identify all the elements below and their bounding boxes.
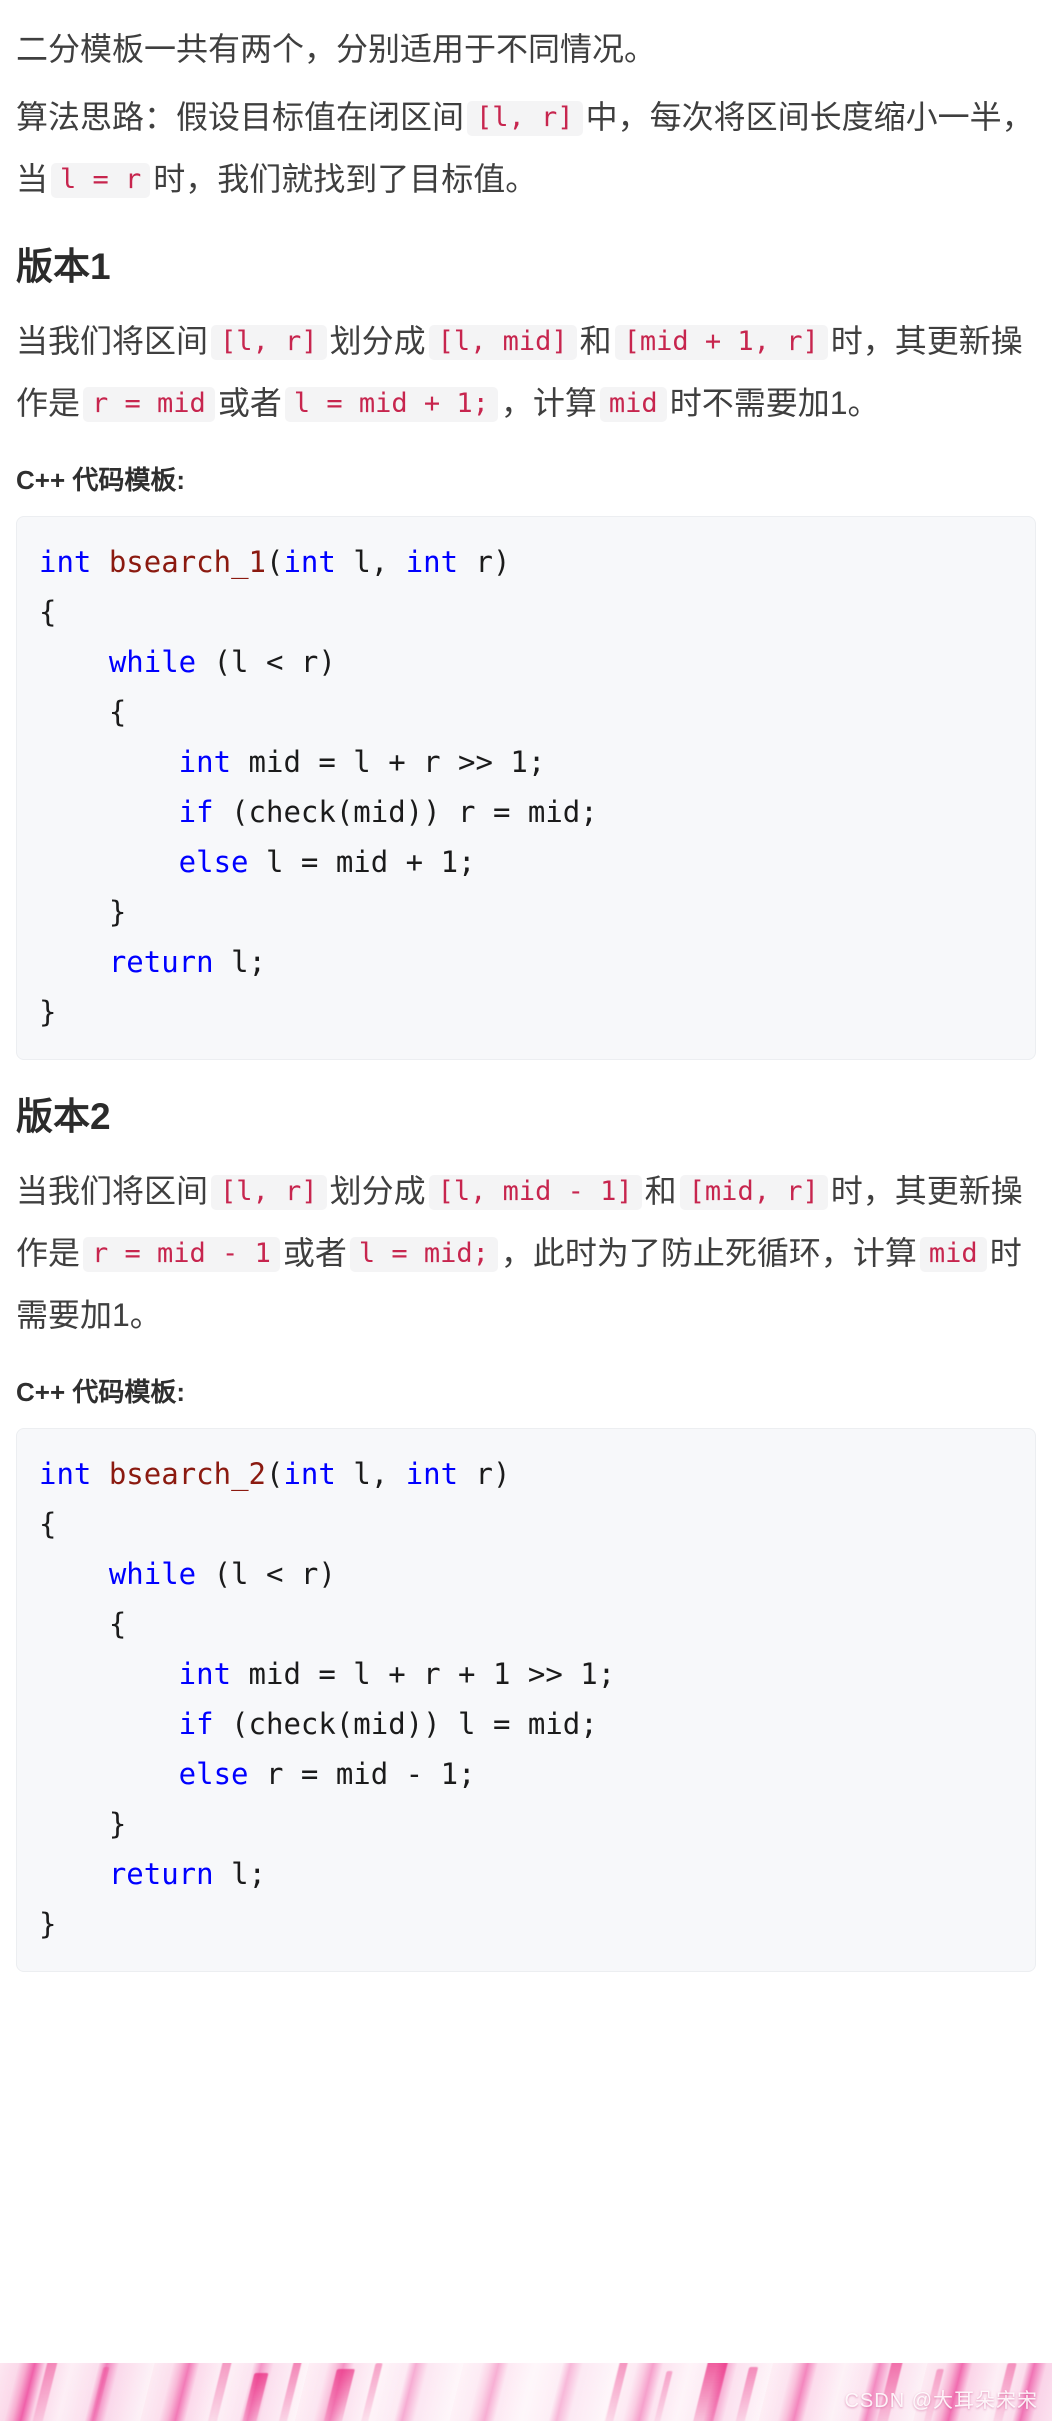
inline-code-v2-lr: [l, r] [211, 1175, 327, 1211]
code-while-cond-2: (l < r) [196, 1557, 336, 1592]
inline-code-v2-l-eq-mid: l = mid; [349, 1237, 498, 1273]
heading-version-2: 版本2 [16, 1096, 111, 1138]
code-brace-close-3: } [39, 1807, 127, 1842]
code-return-val-2: l; [213, 1857, 266, 1892]
code-brace-close-1: } [39, 895, 127, 930]
intro-line-1-text: 二分模板一共有两个，分别适用于不同情况。 [16, 31, 657, 67]
code-mid-expr-2: mid = l + r + 1 >> 1; [231, 1657, 616, 1692]
inline-code-v2-mid: mid [919, 1237, 987, 1273]
intro-line-1: 二分模板一共有两个，分别适用于不同情况。 [16, 18, 1036, 80]
v2-text-e: 或者 [282, 1235, 347, 1272]
inline-code-v1-r-eq-mid: r = mid [83, 387, 215, 423]
code-return-val-1: l; [213, 945, 266, 980]
code-if-body-2: (check(mid)) l = mid; [213, 1707, 598, 1742]
code-brace-open-1: { [39, 595, 57, 630]
code-content-1: int bsearch_1(int l, int r) { while (l <… [39, 537, 1013, 1037]
code-plain-2b: l, [335, 1457, 406, 1492]
v1-text-g: 时不需要加1。 [669, 385, 880, 422]
code-plain-2c: r) [458, 1457, 511, 1492]
kw-int-2: int [283, 545, 336, 580]
v1-text-a: 当我们将区间 [16, 323, 209, 360]
inline-code-v1-lr: [l, r] [211, 325, 327, 361]
code-brace-close-2: } [39, 995, 57, 1030]
kw-return-1: return [39, 945, 214, 980]
code-mid-expr-1: mid = l + r >> 1; [231, 745, 546, 780]
v2-text-f: ，此时为了防止死循环，计算 [500, 1235, 917, 1272]
intro-text-c: 时，我们就找到了目标值。 [153, 161, 538, 197]
inline-code-lr: [l, r] [467, 101, 583, 136]
label-cpp-template-1: C++ 代码模板: [16, 465, 186, 496]
kw-else-2: else [39, 1757, 249, 1792]
kw-int-3: int [405, 545, 459, 580]
intro-line-2: 算法思路：假设目标值在闭区间 [l, r] 中，每次将区间长度缩小一半，当 l = r… [16, 86, 1036, 210]
code-if-body-1: (check(mid)) r = mid; [213, 795, 598, 830]
kw-if-2: if [39, 1707, 214, 1742]
kw-if-1: if [39, 795, 214, 830]
kw-return-2: return [39, 1857, 214, 1892]
v2-text-b: 划分成 [329, 1173, 426, 1210]
inline-code-v1-mid1-r: [mid + 1, r] [614, 325, 828, 361]
v2-text-c: 和 [644, 1173, 677, 1210]
version-1-description: 当我们将区间 [l, r] 划分成 [l, mid] 和 [mid + 1, r] 时，其更… [16, 310, 1036, 434]
v1-text-b: 划分成 [329, 323, 426, 360]
v1-text-c: 和 [579, 323, 612, 360]
code-brace-open-3: { [39, 1507, 57, 1542]
kw-while-2: while [39, 1557, 197, 1592]
code-content-2: int bsearch_2(int l, int r) { while (l <… [39, 1449, 1013, 1949]
inline-code-v1-l-mid: [l, mid] [428, 325, 577, 361]
fn-bsearch-2: bsearch_2 [91, 1457, 266, 1492]
code-else-body-1: l = mid + 1; [248, 845, 476, 880]
heading-version-1: 版本1 [16, 246, 111, 287]
v1-text-f: ，计算 [500, 385, 597, 422]
code-plain-1c: r) [458, 545, 511, 580]
inline-code-v2-r-eq-mid-1: r = mid - 1 [83, 1237, 280, 1273]
bottom-spacer [16, 1982, 1036, 2132]
inline-code-v1-mid: mid [599, 387, 667, 423]
kw-int-6: int [405, 1457, 459, 1492]
label-cpp-template-2: C++ 代码模板: [16, 1377, 186, 1408]
article-body: 二分模板一共有两个，分别适用于不同情况。 算法思路：假设目标值在闭区间 [l, r… [0, 0, 1052, 2132]
kw-int-1: int [39, 545, 92, 580]
inline-code-v2-mid-r: [mid, r] [679, 1175, 828, 1211]
kw-int-5: int [283, 1457, 336, 1492]
inline-code-l-eq-r: l = r [51, 163, 151, 198]
code-brace-open-4: { [39, 1607, 127, 1642]
code-else-body-2: r = mid - 1; [248, 1757, 476, 1792]
bottom-banner-image: CSDN @大耳朵宋宋 [0, 2363, 1052, 2421]
kw-int-mid-1: int [39, 745, 232, 780]
v1-text-e: 或者 [217, 385, 282, 422]
v2-text-a: 当我们将区间 [16, 1173, 209, 1210]
code-plain-1b: l, [335, 545, 406, 580]
inline-code-v2-l-mid-1: [l, mid - 1] [428, 1175, 642, 1211]
code-plain-2a: ( [266, 1457, 284, 1492]
kw-int-mid-2: int [39, 1657, 232, 1692]
version-2-description: 当我们将区间 [l, r] 划分成 [l, mid - 1] 和 [mid, r] 时，其更… [16, 1160, 1036, 1346]
code-while-cond-1: (l < r) [196, 645, 336, 680]
kw-else-1: else [39, 845, 249, 880]
code-block-bsearch-2: int bsearch_2(int l, int r) { while (l <… [16, 1428, 1036, 1973]
kw-while-1: while [39, 645, 197, 680]
code-brace-close-4: } [39, 1907, 57, 1942]
csdn-watermark: CSDN @大耳朵宋宋 [844, 2390, 1038, 2412]
code-brace-open-2: { [39, 695, 127, 730]
code-plain-1a: ( [266, 545, 284, 580]
code-block-bsearch-1: int bsearch_1(int l, int r) { while (l <… [16, 516, 1036, 1061]
inline-code-v1-l-eq-mid1: l = mid + 1; [284, 387, 498, 423]
fn-bsearch-1: bsearch_1 [91, 545, 266, 580]
intro-text-a: 算法思路：假设目标值在闭区间 [16, 99, 465, 135]
kw-int-4: int [39, 1457, 92, 1492]
